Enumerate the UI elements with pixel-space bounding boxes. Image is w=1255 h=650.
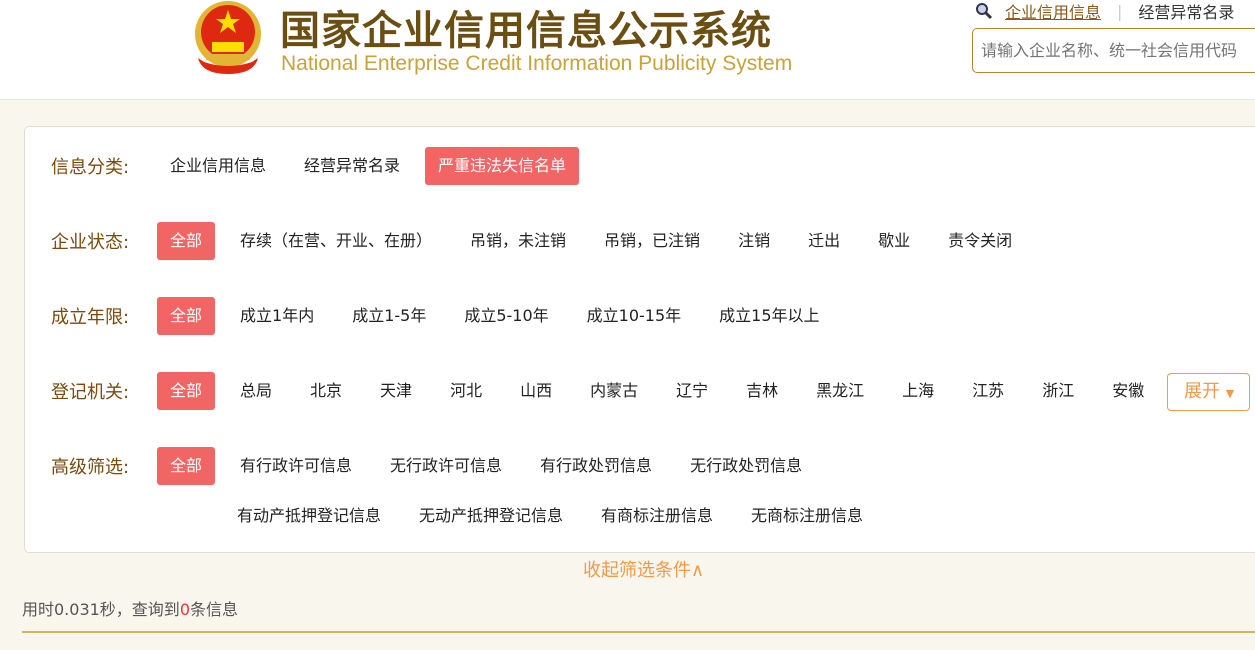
result-prefix: 用时0.031秒，查询到 — [22, 600, 180, 619]
filter-option[interactable]: 责令关闭 — [935, 222, 1025, 260]
filter-option[interactable]: 迁出 — [795, 222, 853, 260]
filter-option[interactable]: 有行政许可信息 — [227, 447, 365, 485]
filter-option[interactable]: 全部 — [157, 447, 216, 485]
filter-option[interactable]: 有动产抵押登记信息 — [224, 497, 394, 535]
filter-option[interactable]: 经营异常名录 — [291, 147, 413, 185]
top-nav: 企业信用信息 | 经营异常名录 — [975, 0, 1234, 22]
filter-option[interactable]: 企业信用信息 — [157, 147, 279, 185]
filter-option[interactable]: 成立10-15年 — [574, 297, 695, 335]
filter-option[interactable]: 严重违法失信名单 — [425, 147, 580, 185]
site-header: 国家企业信用信息公示系统 National Enterprise Credit … — [0, 0, 1255, 100]
filter-row-info-category: 信息分类: 企业信用信息 经营异常名录 严重违法失信名单 — [51, 147, 591, 185]
nav-link-credit-info[interactable]: 企业信用信息 — [1005, 0, 1101, 23]
filter-option[interactable]: 全部 — [157, 222, 216, 260]
filter-label: 成立年限: — [51, 307, 130, 328]
filter-row-advanced: 高级筛选: 全部 有行政许可信息 无行政许可信息 有行政处罚信息 无行政处罚信息 — [51, 447, 827, 485]
filter-row-status: 企业状态: 全部 存续（在营、开业、在册） 吊销，未注销 吊销，已注销 注销 迁… — [51, 222, 1037, 260]
filter-option[interactable]: 全部 — [157, 297, 216, 335]
filter-option[interactable]: 全部 — [157, 372, 216, 410]
filter-option[interactable]: 无商标注册信息 — [738, 497, 876, 535]
filter-option[interactable]: 天津 — [367, 372, 425, 410]
filter-option[interactable]: 吊销，未注销 — [457, 222, 579, 260]
national-emblem-logo — [195, 1, 261, 74]
filter-option[interactable]: 存续（在营、开业、在册） — [227, 222, 445, 260]
search-input[interactable] — [972, 28, 1255, 73]
filter-label: 高级筛选: — [51, 457, 130, 478]
filter-option[interactable]: 山西 — [507, 372, 565, 410]
caret-down-icon: ▼ — [1225, 387, 1235, 400]
filter-option[interactable]: 安徽 — [1099, 372, 1157, 410]
nav-link-abnormal-list[interactable]: 经营异常名录 — [1138, 0, 1234, 23]
filter-row-age: 成立年限: 全部 成立1年内 成立1-5年 成立5-10年 成立10-15年 成… — [51, 297, 845, 335]
filter-option[interactable]: 江苏 — [959, 372, 1017, 410]
filter-option[interactable]: 河北 — [437, 372, 495, 410]
filter-option[interactable]: 成立1年内 — [227, 297, 327, 335]
result-count: 0 — [179, 600, 190, 619]
search-icon — [976, 3, 993, 20]
site-subtitle: National Enterprise Credit Information P… — [281, 52, 793, 75]
filter-option[interactable]: 成立15年以上 — [706, 297, 832, 335]
filter-option[interactable]: 无行政许可信息 — [377, 447, 515, 485]
filter-option[interactable]: 注销 — [725, 222, 783, 260]
filter-option[interactable]: 无动产抵押登记信息 — [406, 497, 576, 535]
filter-label: 登记机关: — [51, 382, 130, 403]
filter-option[interactable]: 有行政处罚信息 — [527, 447, 665, 485]
filter-option[interactable]: 吉林 — [733, 372, 791, 410]
filter-option[interactable]: 内蒙古 — [577, 372, 651, 410]
filter-option[interactable]: 有商标注册信息 — [588, 497, 726, 535]
filter-option[interactable]: 成立1-5年 — [339, 297, 439, 335]
filter-label: 企业状态: — [51, 232, 130, 253]
filter-option[interactable]: 吊销，已注销 — [591, 222, 713, 260]
filter-option[interactable]: 黑龙江 — [803, 372, 877, 410]
filter-option[interactable]: 北京 — [297, 372, 355, 410]
collapse-filters-link[interactable]: 收起筛选条件∧ — [583, 556, 704, 582]
filter-option[interactable]: 成立5-10年 — [451, 297, 561, 335]
divider: | — [1117, 1, 1123, 21]
expand-label: 展开 — [1184, 381, 1220, 402]
result-summary: 用时0.031秒，查询到0条信息 — [22, 596, 238, 620]
filter-option[interactable]: 歇业 — [865, 222, 923, 260]
filter-option[interactable]: 上海 — [889, 372, 947, 410]
expand-button[interactable]: 展开 ▼ — [1167, 373, 1250, 411]
filter-option[interactable]: 无行政处罚信息 — [677, 447, 815, 485]
filter-option[interactable]: 浙江 — [1029, 372, 1087, 410]
filter-label: 信息分类: — [51, 157, 130, 178]
filter-option[interactable]: 辽宁 — [663, 372, 721, 410]
filter-row-authority: 登记机关: 全部 总局 北京 天津 河北 山西 内蒙古 辽宁 吉林 黑龙江 上海… — [51, 372, 1169, 410]
filter-option[interactable]: 总局 — [227, 372, 285, 410]
result-suffix: 条信息 — [190, 600, 239, 619]
site-title: 国家企业信用信息公示系统 — [280, 8, 772, 54]
divider — [22, 631, 1255, 633]
filter-row-advanced-2: 有动产抵押登记信息 无动产抵押登记信息 有商标注册信息 无商标注册信息 — [224, 497, 888, 535]
filter-panel: 信息分类: 企业信用信息 经营异常名录 严重违法失信名单 企业状态: 全部 存续… — [24, 126, 1255, 553]
